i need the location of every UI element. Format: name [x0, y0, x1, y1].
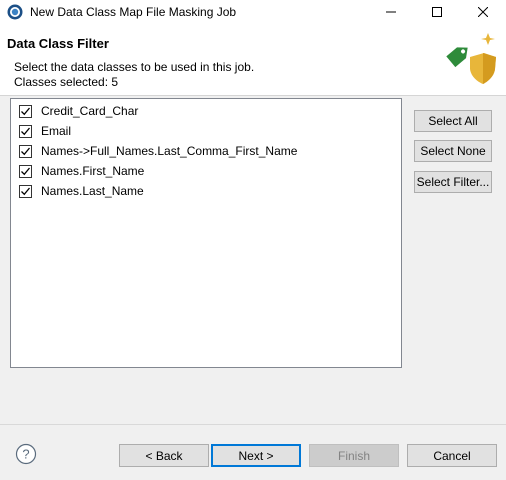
checkmark-icon [21, 127, 31, 135]
minimize-button[interactable] [368, 0, 414, 24]
data-class-list[interactable]: Credit_Card_Char Email Names->Full_Names… [10, 98, 402, 368]
close-icon [478, 7, 488, 17]
list-item[interactable]: Names->Full_Names.Last_Comma_First_Name [19, 142, 297, 160]
back-button[interactable]: < Back [119, 444, 209, 467]
help-icon[interactable]: ? [15, 443, 37, 465]
checkbox-checked[interactable] [19, 184, 32, 198]
minimize-icon [386, 11, 396, 13]
page-title: Data Class Filter [7, 36, 109, 51]
select-none-button[interactable]: Select None [414, 140, 492, 162]
list-item[interactable]: Credit_Card_Char [19, 102, 138, 120]
maximize-icon [432, 7, 442, 17]
cancel-button[interactable]: Cancel [407, 444, 497, 467]
window-title: New Data Class Map File Masking Job [30, 5, 237, 19]
list-item-label: Names->Full_Names.Last_Comma_First_Name [41, 144, 298, 158]
list-item-label: Names.Last_Name [41, 184, 144, 198]
list-item-label: Credit_Card_Char [41, 104, 139, 118]
list-item[interactable]: Names.Last_Name [19, 182, 144, 200]
next-button[interactable]: Next > [211, 444, 301, 467]
checkmark-icon [21, 167, 31, 175]
checkbox-checked[interactable] [19, 104, 32, 118]
maximize-button[interactable] [414, 0, 460, 24]
list-item[interactable]: Names.First_Name [19, 162, 144, 180]
checkmark-icon [21, 187, 31, 195]
svg-text:?: ? [22, 447, 29, 462]
footer-divider [0, 424, 506, 425]
list-item-label: Names.First_Name [41, 164, 145, 178]
wizard-header: Data Class Filter Select the data classe… [0, 24, 506, 96]
title-bar: New Data Class Map File Masking Job [0, 0, 506, 24]
checkmark-icon [21, 107, 31, 115]
page-description: Select the data classes to be used in th… [14, 60, 255, 74]
checkbox-checked[interactable] [19, 144, 32, 158]
list-item-label: Email [41, 124, 72, 138]
select-all-button[interactable]: Select All [414, 110, 492, 132]
checkbox-checked[interactable] [19, 164, 32, 178]
select-filter-button[interactable]: Select Filter... [414, 171, 492, 193]
finish-button[interactable]: Finish [309, 444, 399, 467]
checkmark-icon [21, 147, 31, 155]
tag-shield-icon [446, 33, 496, 84]
classes-selected-count: Classes selected: 5 [14, 75, 119, 89]
checkbox-checked[interactable] [19, 124, 32, 138]
list-item[interactable]: Email [19, 122, 71, 140]
close-button[interactable] [460, 0, 506, 24]
app-globe-icon [7, 4, 23, 20]
